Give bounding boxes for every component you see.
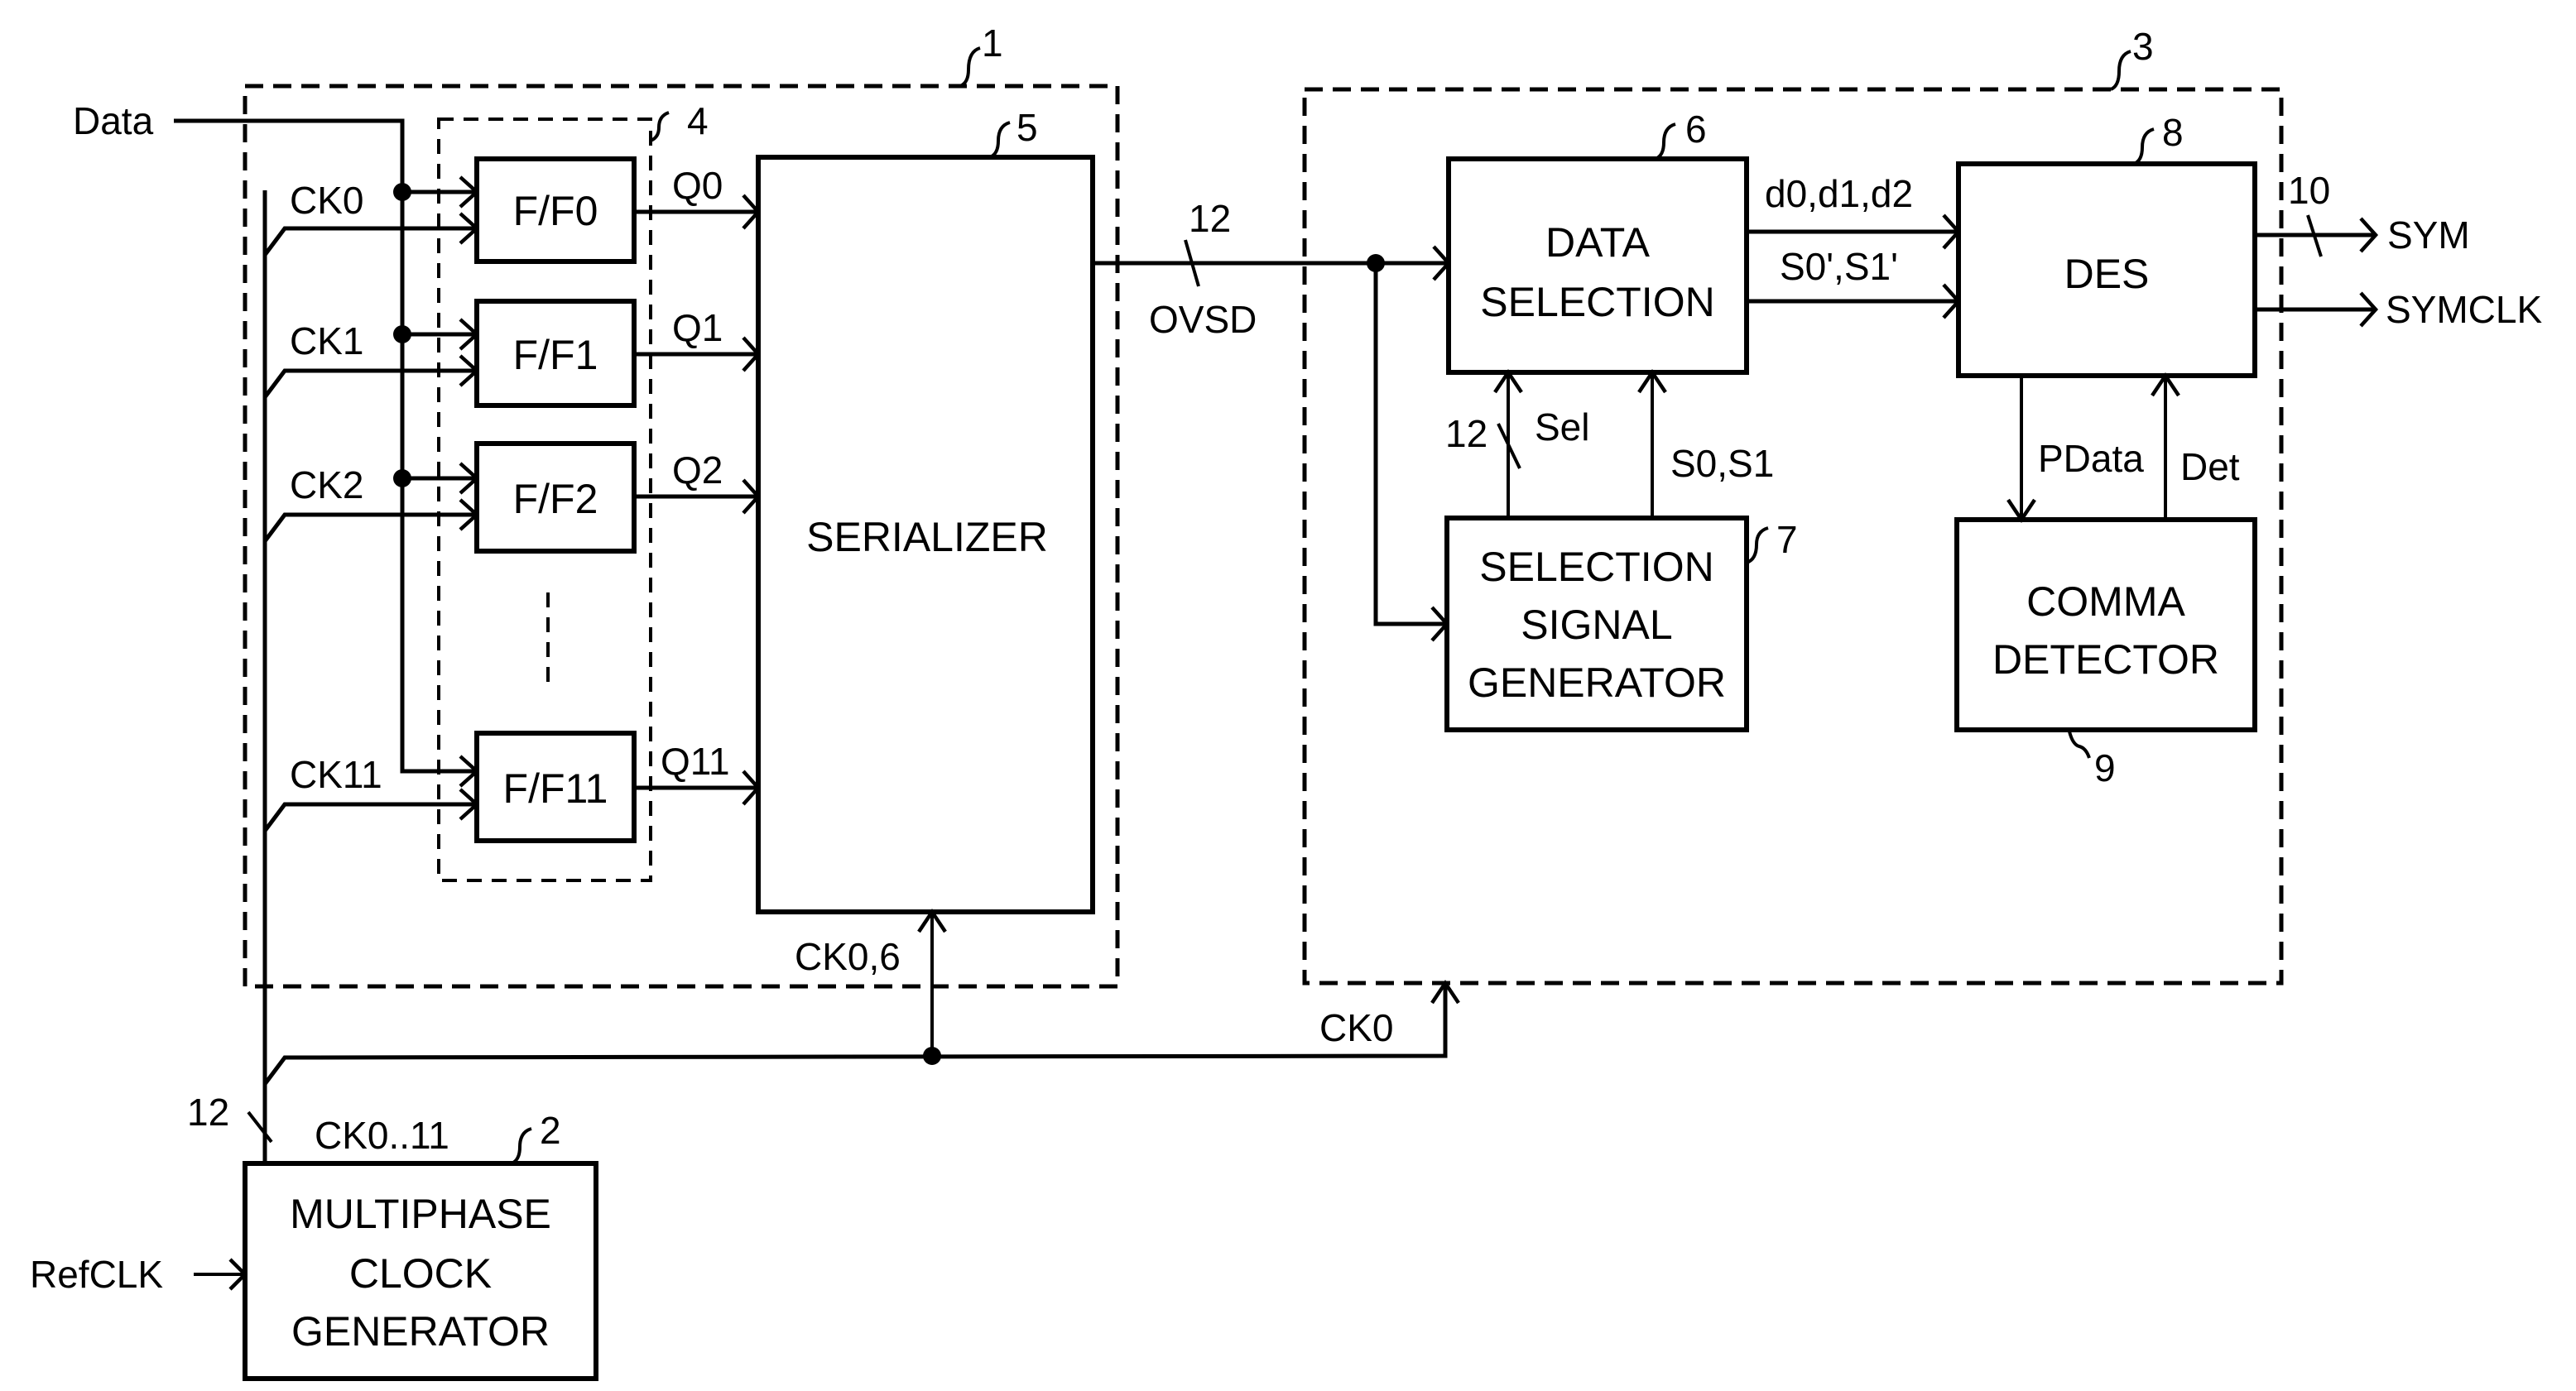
ssg-label-line1: SELECTION — [1479, 544, 1713, 590]
ref-numeral-9: 9 — [2094, 746, 2116, 789]
ovsd-to-ssg-wire — [1373, 263, 1447, 626]
d-signals-label: d0,d1,d2 — [1765, 172, 1913, 215]
leader-2 — [511, 1127, 532, 1165]
pdata-label: PData — [2038, 437, 2144, 480]
clk-bus-width-label: 12 — [187, 1091, 229, 1134]
q1-label: Q1 — [672, 306, 723, 349]
ref-numeral-8: 8 — [2162, 111, 2184, 154]
ff11-label: F/F11 — [503, 765, 608, 812]
det-label: Det — [2180, 445, 2240, 488]
data-selection-label-line2: SELECTION — [1480, 279, 1714, 325]
leader-9 — [2068, 731, 2091, 759]
comma-detector-label-line1: COMMA — [2026, 578, 2185, 625]
s-signals-label: S0,S1 — [1670, 442, 1774, 485]
ssg-label-line3: GENERATOR — [1468, 660, 1726, 706]
ck1-wire — [263, 368, 477, 399]
comma-detector-label-line2: DETECTOR — [1992, 636, 2219, 683]
data-selection-block — [1446, 156, 1749, 375]
ck0-distribution-wire — [263, 983, 1448, 1086]
s-prime-label: S0',S1' — [1780, 245, 1898, 288]
des-label: DES — [2064, 251, 2150, 297]
block-diagram: 1 4 5 3 6 8 7 9 2 Data CK0 CK1 CK2 CK11 … — [0, 0, 2576, 1387]
ref-numeral-6: 6 — [1685, 108, 1707, 151]
clk-bus-slash — [247, 1110, 273, 1144]
ref-numeral-5: 5 — [1016, 106, 1038, 149]
symclk-output-label: SYMCLK — [2386, 288, 2542, 331]
diagram-svg: 1 4 5 3 6 8 7 9 2 Data CK0 CK1 CK2 CK11 … — [30, 22, 2542, 1381]
ovsd-label: OVSD — [1149, 298, 1257, 341]
ovsd-width-label: 12 — [1189, 197, 1231, 240]
ck2-label: CK2 — [290, 463, 363, 506]
q2-label: Q2 — [672, 448, 723, 492]
mcg-label-line3: GENERATOR — [291, 1308, 550, 1355]
junction-dot-ck0-bottom — [923, 1047, 941, 1065]
leader-6 — [1655, 122, 1676, 161]
refclk-input-label: RefCLK — [30, 1253, 163, 1296]
ref-numeral-3: 3 — [2132, 25, 2154, 68]
leader-7 — [1746, 526, 1769, 564]
leader-8 — [2133, 127, 2155, 165]
ref-numeral-4: 4 — [687, 99, 709, 142]
comma-detector-block — [1954, 517, 2257, 732]
ck2-wire — [263, 512, 477, 543]
leader-4 — [650, 111, 670, 142]
sel-label: Sel — [1535, 405, 1589, 448]
ref-numeral-7: 7 — [1776, 518, 1798, 561]
ck0-bottom-label: CK0 — [1319, 1006, 1393, 1049]
leader-1 — [959, 46, 981, 88]
data-input-label: Data — [73, 99, 154, 142]
ff2-label: F/F2 — [513, 476, 598, 522]
ff0-label: F/F0 — [513, 188, 598, 234]
data-selection-label-line1: DATA — [1545, 219, 1651, 266]
ck1-label: CK1 — [290, 319, 363, 362]
ff1-label: F/F1 — [513, 332, 598, 378]
mcg-label-line1: MULTIPHASE — [290, 1191, 551, 1237]
ssg-label-line2: SIGNAL — [1521, 602, 1672, 648]
ref-numeral-1: 1 — [982, 22, 1003, 65]
sel-width-label: 12 — [1445, 412, 1487, 455]
ck11-wire — [263, 802, 477, 832]
ck11-label: CK11 — [290, 753, 382, 796]
ref-numeral-2: 2 — [540, 1109, 561, 1152]
ck0-11-label: CK0..11 — [315, 1114, 449, 1157]
mcg-label-line2: CLOCK — [349, 1250, 492, 1297]
leader-3 — [2110, 50, 2131, 91]
ck0-6-label: CK0,6 — [795, 935, 901, 978]
serializer-label: SERIALIZER — [806, 514, 1048, 560]
q11-label: Q11 — [661, 740, 730, 783]
ck0-wire — [263, 226, 477, 257]
sym-bus-width-label: 10 — [2288, 169, 2330, 212]
q0-label: Q0 — [672, 164, 723, 207]
leader-5 — [989, 121, 1011, 159]
sym-output-label: SYM — [2387, 213, 2470, 257]
ck0-label: CK0 — [290, 179, 363, 222]
